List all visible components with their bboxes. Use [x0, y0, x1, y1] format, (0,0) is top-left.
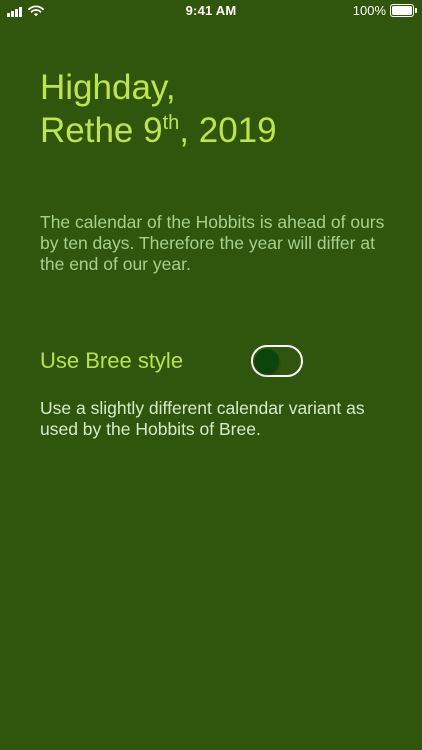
battery-percentage: 100%: [352, 3, 386, 18]
battery-nub: [415, 8, 417, 13]
status-right: 100%: [352, 3, 417, 18]
battery-icon: [390, 4, 417, 17]
year-label: , 2019: [179, 111, 277, 150]
weekday-label: Highday,: [40, 68, 176, 107]
date-heading: Highday, Rethe 9th, 2019: [40, 66, 277, 152]
status-bar: 9:41 AM 100%: [0, 0, 422, 22]
bree-style-toggle[interactable]: [251, 345, 303, 377]
day-number: 9: [143, 111, 163, 150]
toggle-knob: [255, 349, 279, 373]
bree-style-label: Use Bree style: [40, 348, 184, 373]
battery-fill: [392, 6, 412, 15]
calendar-description: The calendar of the Hobbits is ahead of …: [40, 212, 385, 274]
month-label: Rethe: [40, 111, 134, 150]
bree-style-description: Use a slightly different calendar varian…: [40, 398, 365, 439]
bree-style-setting: Use Bree style: [40, 345, 310, 377]
day-ordinal-suffix: th: [162, 112, 180, 134]
